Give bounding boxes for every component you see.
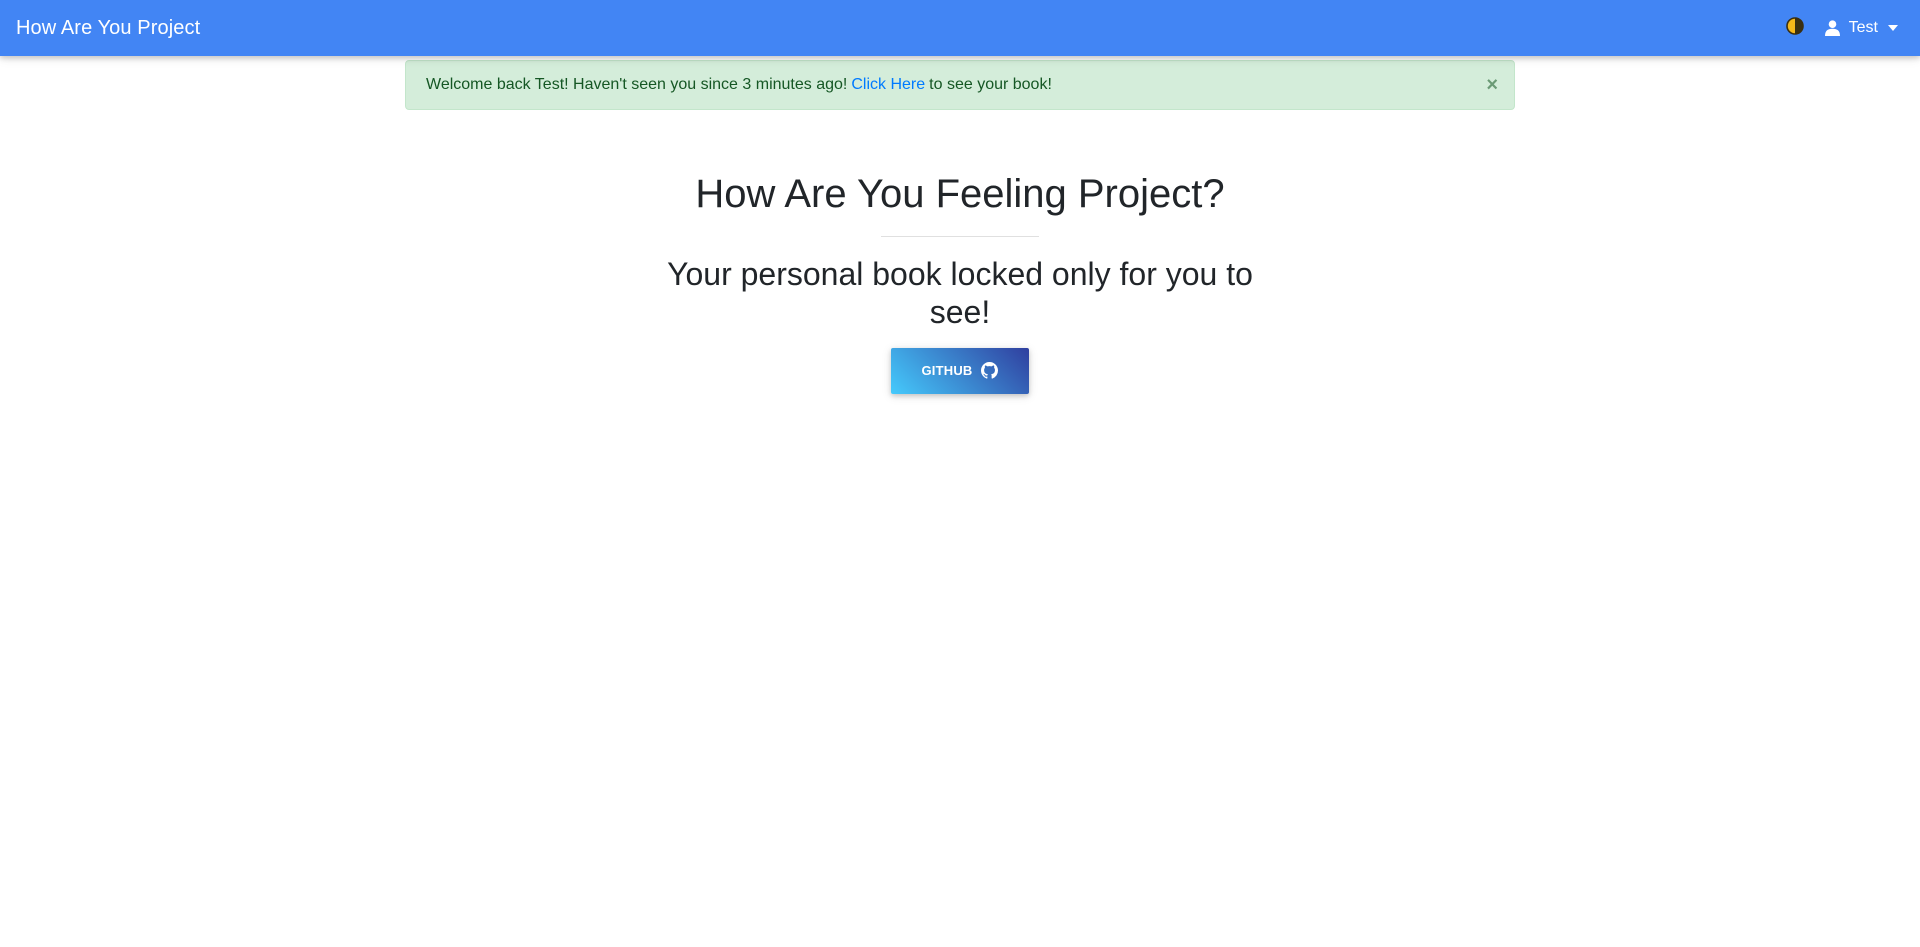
theme-toggle-button[interactable] xyxy=(1785,16,1805,40)
navbar: How Are You Project Test xyxy=(0,0,1920,56)
close-icon[interactable]: × xyxy=(1486,75,1498,95)
hero-section: How Are You Feeling Project? Your person… xyxy=(0,170,1920,394)
user-dropdown-toggle[interactable]: Test xyxy=(1824,19,1904,37)
title-divider xyxy=(881,236,1039,237)
chevron-down-icon xyxy=(1888,25,1898,31)
user-icon xyxy=(1824,20,1841,36)
welcome-alert: Welcome back Test! Haven't seen you sinc… xyxy=(405,60,1515,110)
github-button-label: GITHUB xyxy=(921,363,973,379)
page-subtitle: Your personal book locked only for you t… xyxy=(667,256,1253,331)
see-book-link[interactable]: Click Here xyxy=(851,76,925,94)
navbar-right: Test xyxy=(1785,16,1904,40)
brand-link[interactable]: How Are You Project xyxy=(16,17,200,40)
alert-text-after: to see your book! xyxy=(929,76,1052,93)
page-title: How Are You Feeling Project? xyxy=(695,172,1225,216)
user-name: Test xyxy=(1848,19,1878,36)
half-moon-contrast-icon xyxy=(1785,16,1804,40)
github-button[interactable]: GITHUB xyxy=(891,347,1029,394)
github-icon xyxy=(980,362,999,380)
alert-text-before: Welcome back Test! Haven't seen you sinc… xyxy=(426,76,848,93)
